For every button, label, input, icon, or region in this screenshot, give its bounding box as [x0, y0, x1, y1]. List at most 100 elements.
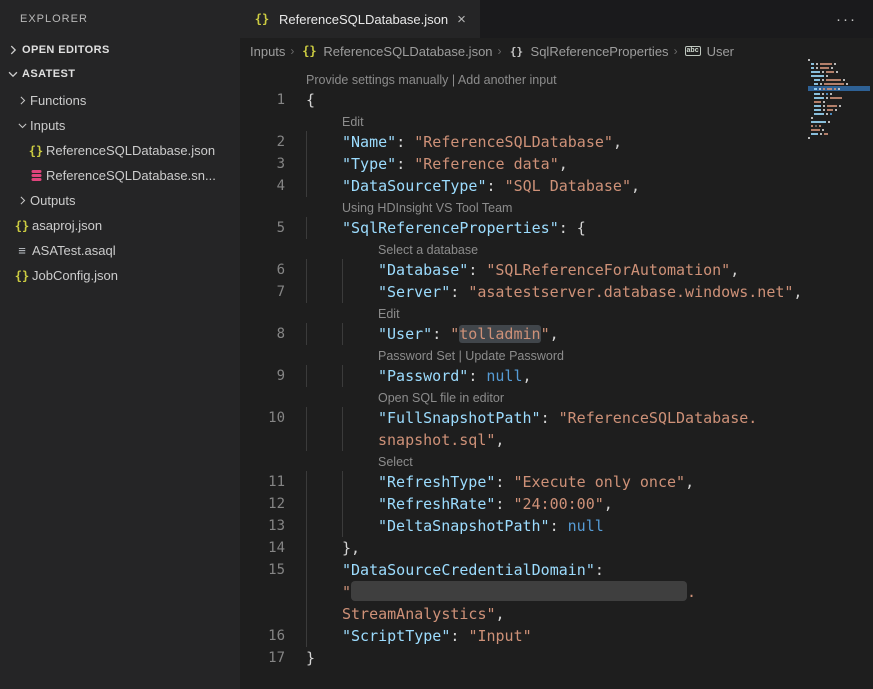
tree-item-asatest-asaql[interactable]: ≡ASATest.asaql — [0, 238, 240, 263]
indent-guide — [306, 515, 342, 537]
codelens-content[interactable]: Edit — [285, 303, 400, 323]
line-number — [240, 111, 285, 131]
tab-referencesqldatabase-json[interactable]: {} ReferenceSQLDatabase.json × — [240, 0, 480, 38]
code-line: 16"ScriptType": "Input" — [240, 625, 873, 647]
close-tab-icon[interactable]: × — [455, 11, 468, 28]
indent-guide — [342, 259, 378, 281]
code-line: 15"DataSourceCredentialDomain": — [240, 559, 873, 581]
code-content[interactable]: "FullSnapshotPath": "ReferenceSQLDatabas… — [285, 407, 757, 429]
codelens-content[interactable]: Select — [285, 451, 413, 471]
tree-item-label: ReferenceSQLDatabase.json — [46, 143, 215, 158]
code-content[interactable]: "Name": "ReferenceSQLDatabase", — [285, 131, 622, 153]
code-line: ". — [240, 581, 873, 603]
code-line: 17} — [240, 647, 873, 669]
codelens-row: Password Set | Update Password — [240, 345, 873, 365]
string-symbol-icon: abc — [683, 46, 703, 56]
section-open-editors[interactable]: OPEN EDITORS — [0, 38, 240, 62]
code-editor[interactable]: Provide settings manually | Add another … — [240, 64, 873, 689]
codelens-link[interactable]: Password Set | Update Password — [378, 349, 564, 363]
code-content[interactable]: "RefreshType": "Execute only once", — [285, 471, 694, 493]
redacted-value — [351, 581, 687, 601]
object-symbol-icon: {} — [507, 45, 527, 58]
tree-item-referencesqldatabase-json[interactable]: {}ReferenceSQLDatabase.json — [0, 138, 240, 163]
codelens-row: Edit — [240, 303, 873, 323]
code-content[interactable]: StreamAnalystics", — [285, 603, 505, 625]
code-content[interactable]: "Type": "Reference data", — [285, 153, 568, 175]
codelens-link[interactable]: Using HDInsight VS Tool Team — [342, 201, 512, 215]
indent-guide — [342, 471, 378, 493]
codelens-content[interactable]: Edit — [285, 111, 364, 131]
tree-item-asaproj-json[interactable]: {}asaproj.json — [0, 213, 240, 238]
minimap-line — [808, 62, 870, 65]
codelens-content[interactable]: Password Set | Update Password — [285, 345, 564, 365]
line-number: 8 — [240, 323, 285, 345]
code-line: 14}, — [240, 537, 873, 559]
indent-guide — [342, 429, 378, 451]
line-number: 11 — [240, 471, 285, 493]
breadcrumb-item-referencesqldatabase-json[interactable]: {}ReferenceSQLDatabase.json — [299, 44, 492, 59]
codelens-content[interactable]: Using HDInsight VS Tool Team — [285, 197, 512, 217]
chevron-right-icon — [14, 194, 30, 207]
codelens-content[interactable]: Select a database — [285, 239, 478, 259]
codelens-content[interactable]: Provide settings manually | Add another … — [285, 69, 557, 89]
tab-label: ReferenceSQLDatabase.json — [279, 12, 448, 27]
codelens-link[interactable]: Edit — [342, 115, 364, 129]
breadcrumb-label: User — [707, 44, 734, 59]
minimap-line — [808, 82, 870, 85]
line-number — [240, 197, 285, 217]
codelens-row: Provide settings manually | Add another … — [240, 69, 873, 89]
minimap-line — [808, 104, 870, 107]
indent-guide — [342, 493, 378, 515]
code-content[interactable]: "User": "tolladmin", — [285, 323, 559, 345]
breadcrumb-item-sqlreferenceproperties[interactable]: {}SqlReferenceProperties — [507, 44, 669, 59]
code-content[interactable]: "RefreshRate": "24:00:00", — [285, 493, 613, 515]
codelens-link[interactable]: Open SQL file in editor — [378, 391, 504, 405]
line-number: 16 — [240, 625, 285, 647]
codelens-content[interactable]: Open SQL file in editor — [285, 387, 504, 407]
codelens-row: Select — [240, 451, 873, 471]
code-content[interactable]: }, — [285, 537, 360, 559]
codelens-row: Edit — [240, 111, 873, 131]
indent-guide — [342, 365, 378, 387]
indent-guide — [306, 217, 342, 239]
minimap-line — [808, 128, 870, 131]
codelens-link[interactable]: Select a database — [378, 243, 478, 257]
tree-item-referencesqldatabase-sn[interactable]: ReferenceSQLDatabase.sn... — [0, 163, 240, 188]
tree-item-functions[interactable]: Functions — [0, 88, 240, 113]
tree-item-inputs[interactable]: Inputs — [0, 113, 240, 138]
breadcrumb-item-user[interactable]: abc User — [683, 44, 734, 59]
line-number — [240, 345, 285, 365]
code-content[interactable]: "DataSourceCredentialDomain": — [285, 559, 604, 581]
code-content[interactable]: "DeltaSnapshotPath": null — [285, 515, 604, 537]
code-content[interactable]: "ScriptType": "Input" — [285, 625, 532, 647]
code-content[interactable]: "Database": "SQLReferenceForAutomation", — [285, 259, 739, 281]
chevron-down-icon — [4, 67, 22, 81]
code-content[interactable]: } — [285, 647, 315, 669]
codelens-link[interactable]: Provide settings manually | Add another … — [306, 73, 557, 87]
breadcrumb-item-inputs[interactable]: Inputs — [250, 44, 285, 59]
editor-more-actions-icon[interactable]: ··· — [836, 11, 873, 28]
line-number: 17 — [240, 647, 285, 669]
indent-guide — [306, 281, 342, 303]
codelens-link[interactable]: Edit — [378, 307, 400, 321]
code-line: 12"RefreshRate": "24:00:00", — [240, 493, 873, 515]
tree-item-label: JobConfig.json — [32, 268, 118, 283]
code-line: 1{ — [240, 89, 873, 111]
code-content[interactable]: "DataSourceType": "SQL Database", — [285, 175, 640, 197]
breadcrumb: Inputs›{}ReferenceSQLDatabase.json›{}Sql… — [240, 38, 873, 64]
code-content[interactable]: "Server": "asatestserver.database.window… — [285, 281, 802, 303]
code-content[interactable]: ". — [285, 581, 696, 603]
code-line: 10"FullSnapshotPath": "ReferenceSQLDatab… — [240, 407, 873, 429]
code-content[interactable]: "Password": null, — [285, 365, 532, 387]
code-line: 13"DeltaSnapshotPath": null — [240, 515, 873, 537]
tree-item-jobconfig-json[interactable]: {}JobConfig.json — [0, 263, 240, 288]
codelens-link[interactable]: Select — [378, 455, 413, 469]
minimap[interactable] — [808, 58, 870, 140]
tree-item-outputs[interactable]: Outputs — [0, 188, 240, 213]
json-file-icon: {} — [12, 269, 32, 283]
code-content[interactable]: "SqlReferenceProperties": { — [285, 217, 586, 239]
section-project-root[interactable]: ASATEST — [0, 62, 240, 86]
code-content[interactable]: snapshot.sql", — [285, 429, 504, 451]
code-content[interactable]: { — [285, 89, 315, 111]
code-line: snapshot.sql", — [240, 429, 873, 451]
